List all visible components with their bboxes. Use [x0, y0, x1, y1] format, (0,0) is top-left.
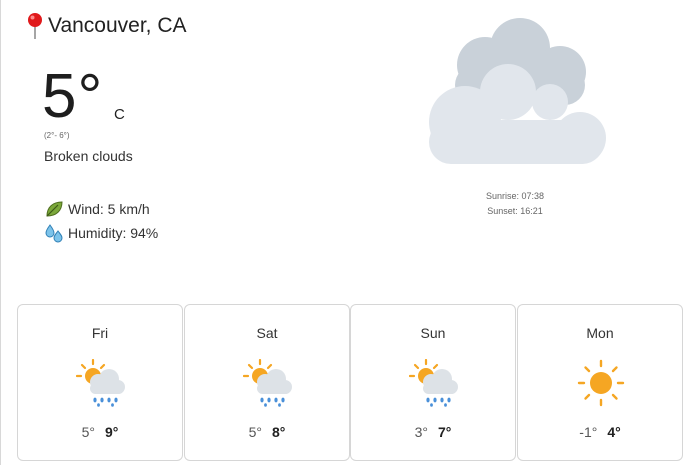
- location-header: Vancouver, CA: [26, 12, 187, 40]
- forecast-high: 7°: [438, 424, 452, 440]
- map-pin-icon: [28, 13, 42, 39]
- forecast-high: 8°: [272, 424, 286, 440]
- wind-label: Wind: 5 km/h: [68, 201, 150, 217]
- sunrise-time: Sunrise: 07:38: [485, 191, 545, 201]
- sun-rain-icon: [409, 359, 458, 407]
- forecast-high: 4°: [607, 424, 621, 440]
- forecast-card-fri: Fri 5° 9°: [17, 304, 183, 461]
- forecast-temps: -1° 4°: [518, 424, 682, 440]
- location-name: Vancouver, CA: [48, 14, 187, 37]
- droplets-icon: [45, 224, 63, 243]
- sun-rain-icon: [76, 359, 125, 407]
- forecast-low: -1°: [579, 424, 598, 440]
- current-temperature: 5°: [42, 62, 104, 131]
- temperature-range: (2°- 6°): [44, 131, 70, 140]
- forecast-card-sun: Sun 3° 7°: [350, 304, 516, 461]
- forecast-temps: 5° 8°: [185, 424, 349, 440]
- forecast-day: Fri: [91, 325, 109, 341]
- forecast-card-mon: Mon -1° 4°: [517, 304, 683, 461]
- forecast-temps: 5° 9°: [18, 424, 182, 440]
- wind-stat: Wind: 5 km/h: [44, 199, 150, 219]
- forecast-day: Mon: [586, 325, 614, 341]
- left-border: [0, 0, 1, 465]
- humidity-stat: Humidity: 94%: [44, 223, 158, 243]
- leaf-icon: [46, 201, 63, 217]
- forecast-day: Sun: [420, 325, 446, 341]
- temperature-unit: C: [114, 106, 125, 123]
- sun-rain-icon: [243, 359, 292, 407]
- weather-description: Broken clouds: [44, 148, 133, 164]
- sun-icon: [577, 359, 625, 407]
- forecast-temps: 3° 7°: [351, 424, 515, 440]
- forecast-low: 5°: [248, 424, 262, 440]
- broken-clouds-icon: [429, 18, 606, 164]
- forecast-card-sat: Sat 5° 8°: [184, 304, 350, 461]
- sunset-time: Sunset: 16:21: [487, 206, 543, 216]
- forecast-high: 9°: [105, 424, 119, 440]
- forecast-low: 3°: [414, 424, 428, 440]
- forecast-day: Sat: [256, 325, 278, 341]
- forecast-low: 5°: [81, 424, 95, 440]
- humidity-label: Humidity: 94%: [68, 225, 159, 241]
